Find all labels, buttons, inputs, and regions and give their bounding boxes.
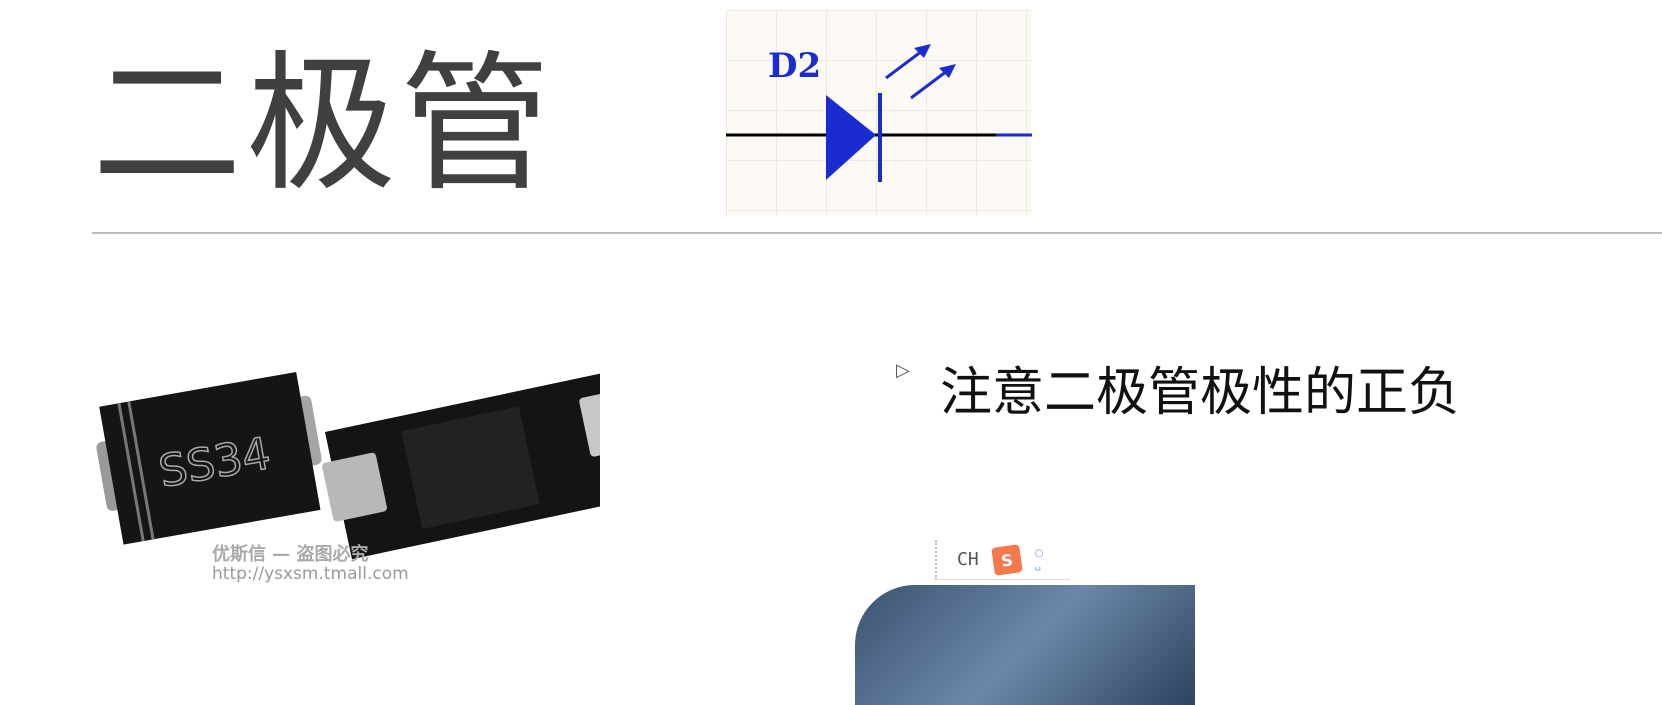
component-reference: D2 — [768, 46, 822, 86]
image-watermark-url: http://ysxsm.tmall.com — [212, 564, 409, 584]
ime-punctuation-icon[interactable]: ○ ␣ — [1035, 548, 1044, 572]
title-divider — [92, 232, 1662, 234]
sogou-logo-icon[interactable]: S — [990, 543, 1023, 576]
led-schematic: D2 — [726, 10, 1032, 216]
ime-mode-toggle[interactable]: CH — [957, 549, 979, 570]
bullet-text: 注意二极管极性的正负 — [940, 363, 1461, 423]
image-watermark: 优斯信 — 盗图必究 — [212, 544, 369, 565]
ime-toolbar[interactable]: CH S ○ ␣ — [935, 540, 1070, 580]
partial-photo — [855, 585, 1195, 705]
slide-title: 二极管 — [92, 38, 555, 212]
mouse-cursor-icon: ▷ — [896, 360, 910, 381]
